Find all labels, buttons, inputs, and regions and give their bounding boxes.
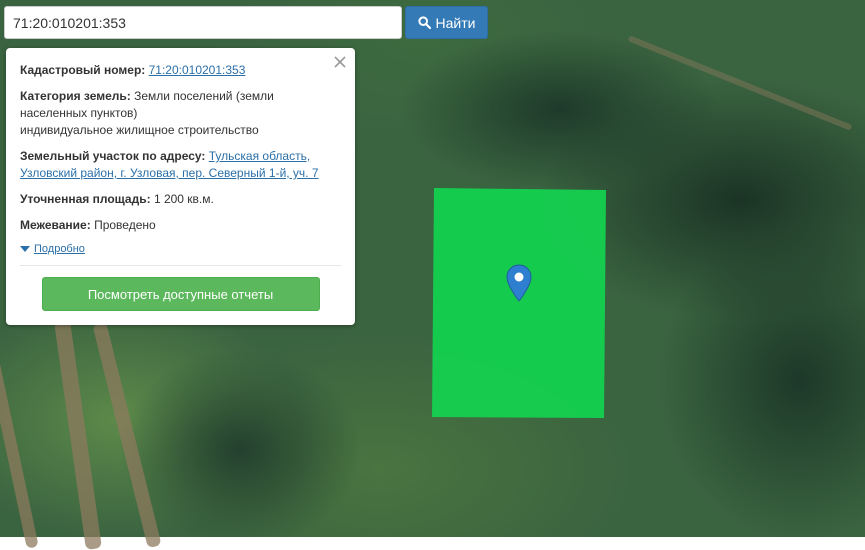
search-icon bbox=[417, 16, 431, 29]
cadastral-number-link[interactable]: 71:20:010201:353 bbox=[149, 63, 246, 77]
map-marker-icon[interactable] bbox=[506, 264, 532, 302]
land-usage-value: индивидуальное жилищное строительство bbox=[20, 123, 259, 137]
area-label: Уточненная площадь: bbox=[20, 192, 151, 206]
survey-label: Межевание: bbox=[20, 218, 91, 232]
details-toggle[interactable]: Подробно bbox=[20, 243, 341, 255]
dirt-road bbox=[92, 321, 162, 549]
survey-value: Проведено bbox=[94, 218, 156, 232]
land-category-label: Категория земель: bbox=[20, 89, 131, 103]
land-category-row: Категория земель: Земли поселений (земли… bbox=[20, 88, 341, 139]
area-value: 1 200 кв.м. bbox=[153, 192, 214, 206]
dirt-road bbox=[54, 320, 102, 550]
cadastral-label: Кадастровый номер: bbox=[20, 63, 146, 77]
parcel-info-popup: Кадастровый номер: 71:20:010201:353 Кате… bbox=[6, 48, 355, 325]
view-reports-button[interactable]: Посмотреть доступные отчеты bbox=[41, 277, 320, 311]
survey-row: Межевание: Проведено bbox=[20, 217, 341, 234]
search-button-label: Найти bbox=[435, 14, 476, 31]
address-row: Земельный участок по адресу: Тульская об… bbox=[20, 148, 341, 182]
caret-down-icon bbox=[20, 245, 30, 252]
cadastral-row: Кадастровый номер: 71:20:010201:353 bbox=[20, 62, 341, 79]
land-parcel[interactable] bbox=[432, 188, 606, 418]
details-link[interactable]: Подробно bbox=[34, 243, 85, 255]
area-row: Уточненная площадь: 1 200 кв.м. bbox=[20, 191, 341, 208]
popup-divider bbox=[20, 265, 341, 266]
cadastral-search-input[interactable] bbox=[4, 6, 402, 39]
dirt-road bbox=[0, 331, 39, 549]
close-icon[interactable] bbox=[333, 55, 347, 69]
dirt-road bbox=[627, 35, 853, 131]
search-button[interactable]: Найти bbox=[405, 6, 488, 39]
address-label: Земельный участок по адресу: bbox=[20, 149, 206, 163]
